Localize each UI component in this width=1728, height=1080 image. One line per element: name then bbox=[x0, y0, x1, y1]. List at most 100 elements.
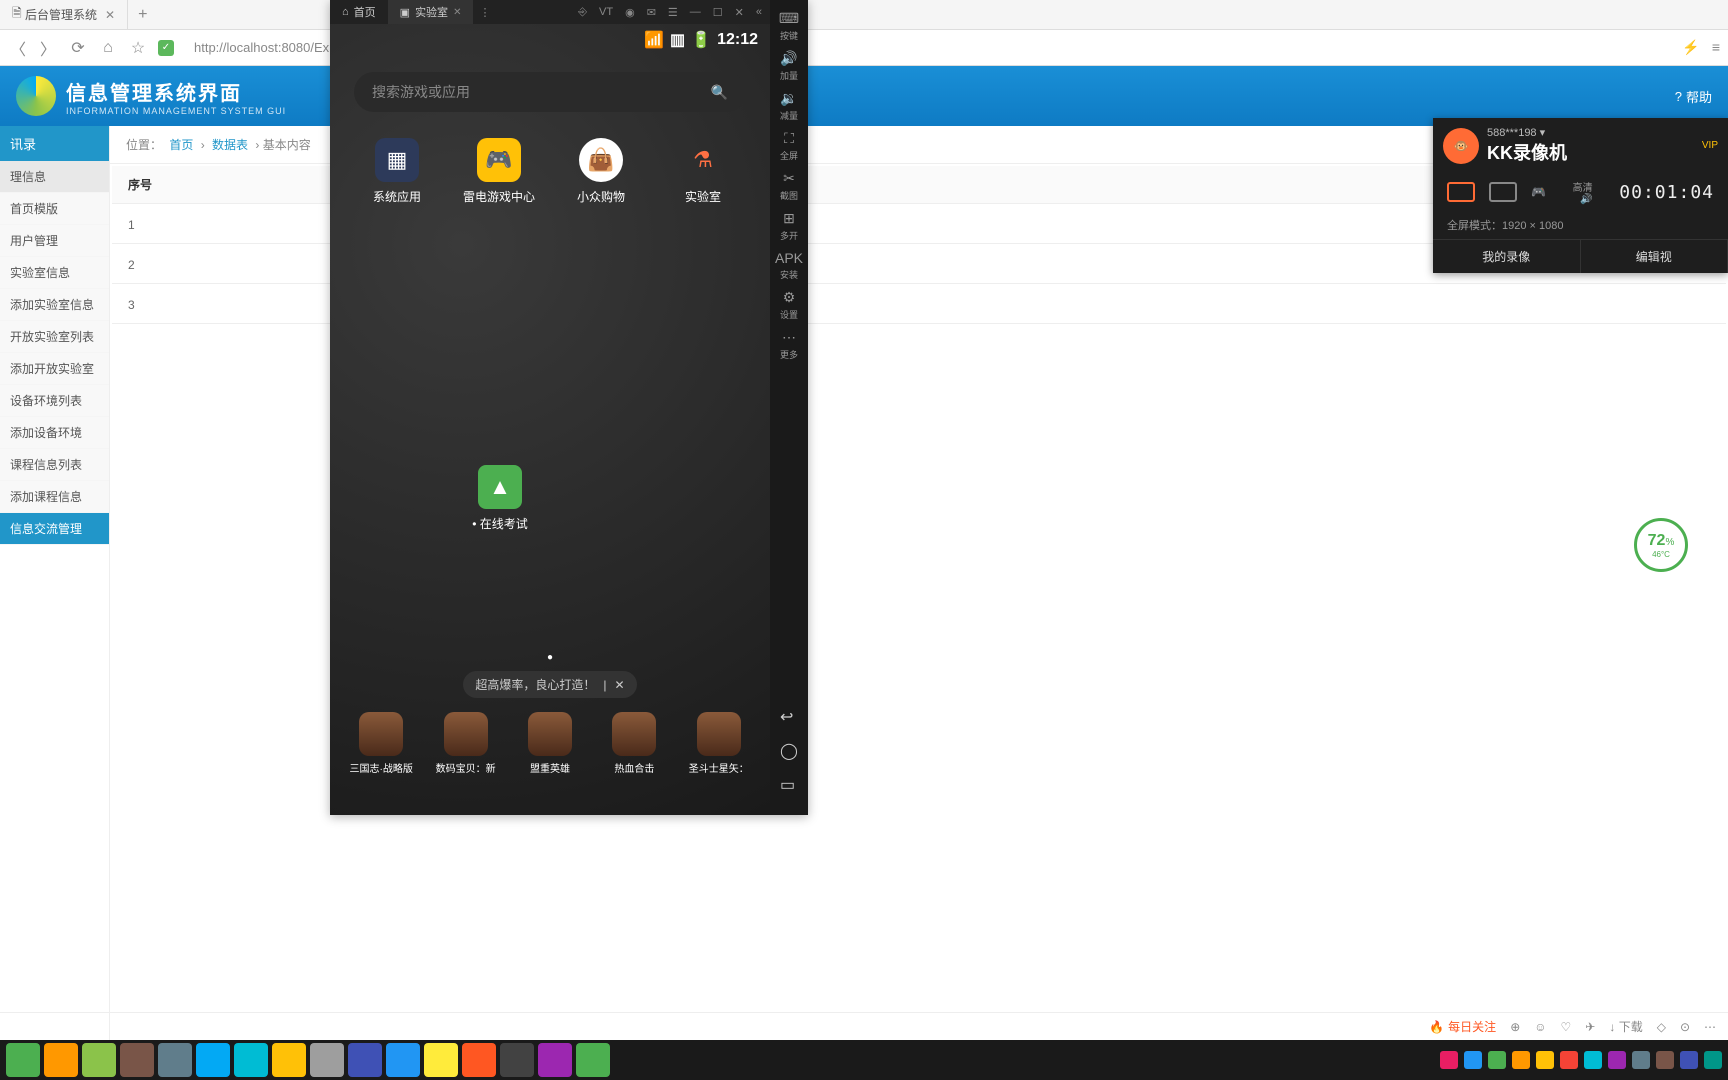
window-control-icon[interactable]: — bbox=[690, 6, 701, 19]
window-mode-button[interactable] bbox=[1489, 182, 1517, 202]
app-launcher[interactable]: ⚗实验室 bbox=[656, 138, 750, 205]
emulator-tool-button[interactable]: 🔉减量 bbox=[774, 86, 804, 126]
app-launcher[interactable]: ▦系统应用 bbox=[350, 138, 444, 205]
download-button[interactable]: ↓ 下载 bbox=[1609, 1018, 1642, 1035]
sidebar-item[interactable]: 添加实验室信息 bbox=[0, 289, 109, 321]
android-nav-button[interactable]: ↩ bbox=[780, 707, 798, 727]
tray-icon[interactable] bbox=[1704, 1051, 1722, 1069]
taskbar-app-button[interactable] bbox=[82, 1043, 116, 1077]
tray-icon[interactable] bbox=[1488, 1051, 1506, 1069]
emulator-tool-button[interactable]: APK安装 bbox=[774, 246, 804, 285]
app-launcher[interactable]: 🎮雷电游戏中心 bbox=[452, 138, 546, 205]
breadcrumb-link[interactable]: 首页 bbox=[169, 138, 193, 152]
taskbar-app-button[interactable] bbox=[44, 1043, 78, 1077]
emulator-tab[interactable]: ⌂首页 bbox=[330, 0, 388, 24]
tray-icon[interactable] bbox=[1536, 1051, 1554, 1069]
tray-icon[interactable] bbox=[1440, 1051, 1458, 1069]
taskbar-app-button[interactable] bbox=[234, 1043, 268, 1077]
tray-icon[interactable] bbox=[1656, 1051, 1674, 1069]
tray-icon[interactable] bbox=[1680, 1051, 1698, 1069]
emulator-tool-button[interactable]: ⚙设置 bbox=[774, 285, 804, 325]
sidebar-item[interactable]: 信息交流管理 bbox=[0, 513, 109, 545]
ext-icon[interactable]: ☺ bbox=[1534, 1020, 1546, 1034]
ext-icon[interactable]: ◇ bbox=[1657, 1020, 1666, 1034]
taskbar-app-button[interactable] bbox=[310, 1043, 344, 1077]
taskbar-app-button[interactable] bbox=[6, 1043, 40, 1077]
sidebar-item[interactable]: 实验室信息 bbox=[0, 257, 109, 289]
sidebar-item[interactable]: 首页模版 bbox=[0, 193, 109, 225]
ext-icon[interactable]: ⊕ bbox=[1510, 1020, 1520, 1034]
sidebar-item[interactable]: 设备环境列表 bbox=[0, 385, 109, 417]
emulator-tool-button[interactable]: ⌨按键 bbox=[774, 6, 804, 46]
screen-mode-button[interactable] bbox=[1447, 182, 1475, 202]
window-control-icon[interactable]: ☰ bbox=[668, 6, 678, 19]
sidebar-item[interactable]: 添加课程信息 bbox=[0, 481, 109, 513]
forward-button[interactable]: 〉 bbox=[38, 38, 58, 58]
window-control-icon[interactable]: ⎆ bbox=[578, 6, 587, 19]
recordings-tab[interactable]: 我的录像 bbox=[1433, 240, 1581, 273]
game-shortcut[interactable]: 圣斗士星矢： bbox=[680, 712, 758, 775]
taskbar-app-button[interactable] bbox=[462, 1043, 496, 1077]
new-tab-button[interactable]: + bbox=[128, 6, 157, 24]
search-input[interactable]: 搜索游戏或应用 🔍 bbox=[354, 72, 746, 112]
window-control-icon[interactable]: ☐ bbox=[713, 6, 723, 19]
ext-icon[interactable]: ♡ bbox=[1561, 1020, 1572, 1034]
taskbar-app-button[interactable] bbox=[538, 1043, 572, 1077]
game-shortcut[interactable]: 盟重英雄 bbox=[511, 712, 589, 775]
app-launcher[interactable]: 👜小众购物 bbox=[554, 138, 648, 205]
ext-icon[interactable]: ⊙ bbox=[1680, 1020, 1690, 1034]
taskbar-app-button[interactable] bbox=[196, 1043, 230, 1077]
taskbar-app-button[interactable] bbox=[576, 1043, 610, 1077]
emulator-tool-button[interactable]: ⋯更多 bbox=[774, 325, 804, 365]
close-icon[interactable]: ✕ bbox=[453, 7, 461, 18]
tray-icon[interactable] bbox=[1632, 1051, 1650, 1069]
android-nav-button[interactable]: ◯ bbox=[780, 741, 798, 761]
game-shortcut[interactable]: 三国志·战略版 bbox=[342, 712, 420, 775]
favorite-button[interactable]: ☆ bbox=[128, 38, 148, 58]
tray-icon[interactable] bbox=[1512, 1051, 1530, 1069]
tray-icon[interactable] bbox=[1608, 1051, 1626, 1069]
close-icon[interactable]: ✕ bbox=[105, 8, 115, 22]
taskbar-app-button[interactable] bbox=[348, 1043, 382, 1077]
promo-banner[interactable]: 超高爆率，良心打造！ | ✕ bbox=[463, 671, 636, 698]
edit-tab[interactable]: 编辑视 bbox=[1581, 240, 1728, 273]
cpu-monitor-widget[interactable]: 72% 46°C bbox=[1634, 518, 1688, 572]
sidebar-item[interactable]: 添加设备环境 bbox=[0, 417, 109, 449]
help-link[interactable]: ? 帮助 bbox=[1675, 87, 1712, 106]
android-nav-button[interactable]: ▭ bbox=[780, 775, 798, 795]
window-control-icon[interactable]: ◉ bbox=[625, 6, 635, 19]
taskbar-app-button[interactable] bbox=[424, 1043, 458, 1077]
tab-menu-icon[interactable]: ⋮ bbox=[479, 6, 490, 19]
emulator-tool-button[interactable]: ✂截图 bbox=[774, 166, 804, 206]
bolt-icon[interactable]: ⚡ bbox=[1682, 39, 1699, 56]
sidebar-item[interactable]: 课程信息列表 bbox=[0, 449, 109, 481]
game-shortcut[interactable]: 热血合击 bbox=[595, 712, 673, 775]
taskbar-app-button[interactable] bbox=[500, 1043, 534, 1077]
dropdown-icon[interactable]: ▾ bbox=[1540, 127, 1546, 139]
breadcrumb-link[interactable]: 数据表 bbox=[212, 138, 248, 152]
sidebar-item[interactable]: 理信息 bbox=[0, 161, 109, 193]
browser-tab[interactable]: 🗎 后台管理系统 ✕ bbox=[0, 0, 128, 30]
taskbar-app-button[interactable] bbox=[158, 1043, 192, 1077]
app-launcher[interactable]: ▲• 在线考试 bbox=[450, 465, 550, 532]
ext-icon[interactable]: ✈ bbox=[1585, 1020, 1595, 1034]
emulator-tool-button[interactable]: ⊞多开 bbox=[774, 206, 804, 246]
back-button[interactable]: 〈 bbox=[8, 38, 28, 58]
emulator-tool-button[interactable]: ⛶全屏 bbox=[774, 126, 804, 166]
menu-icon[interactable]: ≡ bbox=[1712, 39, 1720, 56]
volume-icon[interactable]: 🔊 bbox=[1573, 194, 1593, 205]
taskbar-app-button[interactable] bbox=[272, 1043, 306, 1077]
window-control-icon[interactable]: ✉ bbox=[647, 6, 656, 19]
gamepad-icon[interactable]: 🎮 bbox=[1531, 185, 1546, 199]
emulator-tool-button[interactable]: 🔊加量 bbox=[774, 46, 804, 86]
tray-icon[interactable] bbox=[1464, 1051, 1482, 1069]
tray-icon[interactable] bbox=[1560, 1051, 1578, 1069]
reload-button[interactable]: ⟳ bbox=[68, 38, 88, 58]
home-button[interactable]: ⌂ bbox=[98, 38, 118, 58]
emulator-tab[interactable]: ▣实验室✕ bbox=[388, 0, 474, 24]
ext-icon[interactable]: ⋯ bbox=[1704, 1020, 1716, 1034]
daily-focus-button[interactable]: 🔥 每日关注 bbox=[1429, 1018, 1496, 1035]
sidebar-item[interactable]: 开放实验室列表 bbox=[0, 321, 109, 353]
window-control-icon[interactable]: « bbox=[756, 6, 762, 19]
tray-icon[interactable] bbox=[1584, 1051, 1602, 1069]
